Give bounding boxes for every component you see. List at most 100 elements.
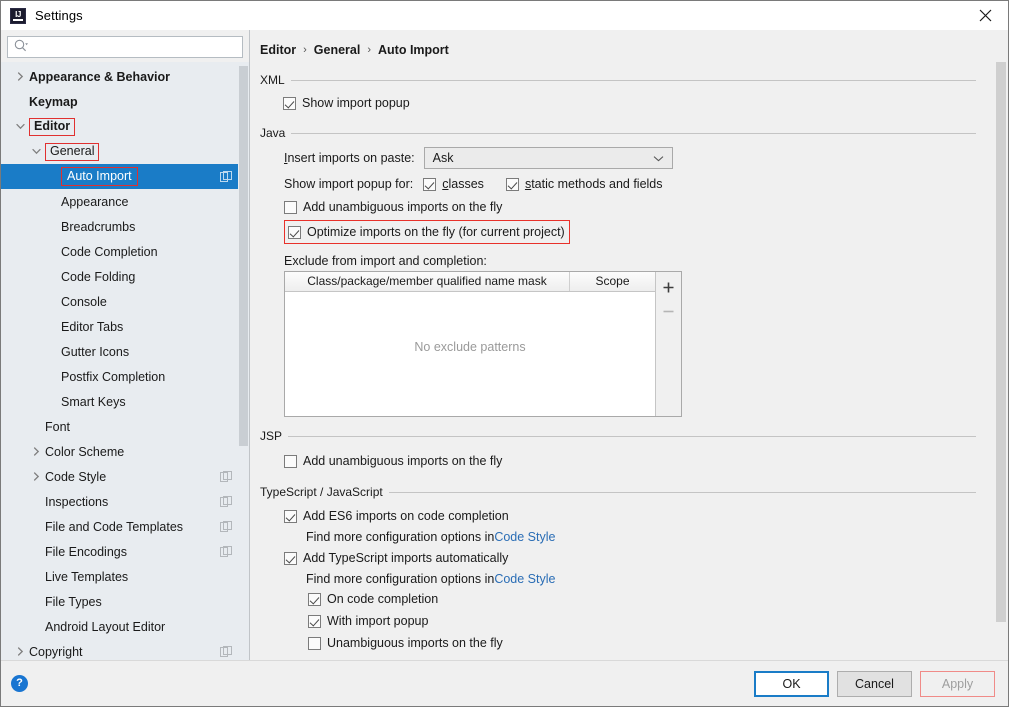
- sidebar-item-keymap[interactable]: Keymap: [1, 89, 249, 114]
- sidebar-item-label: Font: [45, 419, 71, 434]
- content-scrollbar-track[interactable]: [995, 30, 1008, 660]
- sidebar-scrollbar-track[interactable]: [238, 62, 249, 660]
- code-style-link[interactable]: Code Style: [494, 530, 555, 544]
- sidebar-item-copyright[interactable]: Copyright: [1, 639, 249, 660]
- sidebar-item-editor[interactable]: Editor: [1, 114, 249, 139]
- sidebar-item-postfix-completion[interactable]: Postfix Completion: [1, 364, 249, 389]
- checkbox-label: With import popup: [327, 614, 429, 628]
- checkbox-box-icon: [288, 225, 301, 239]
- checkbox-box-icon: [505, 177, 519, 191]
- section-header-jsp: JSP: [260, 429, 1008, 443]
- sidebar-item-code-folding[interactable]: Code Folding: [1, 264, 249, 289]
- search-input[interactable]: [31, 38, 242, 56]
- hint-code-style-1: Find more configuration options in Code …: [306, 528, 1008, 546]
- copy-settings-icon[interactable]: [220, 520, 232, 533]
- checkbox-add-es6-imports[interactable]: Add ES6 imports on code completion: [284, 504, 1008, 528]
- copy-settings-icon[interactable]: [220, 495, 232, 508]
- sidebar-item-label: Appearance: [61, 194, 129, 209]
- checkbox-box-icon: [308, 636, 321, 650]
- sidebar-item-label: File Encodings: [45, 544, 127, 559]
- empty-state-text: No exclude patterns: [414, 340, 526, 354]
- checkbox-add-typescript-imports[interactable]: Add TypeScript imports automatically: [284, 546, 1008, 570]
- sidebar-item-code-style[interactable]: Code Style: [1, 464, 249, 489]
- checkbox-classes[interactable]: classes: [423, 172, 484, 196]
- sidebar-item-android-layout-editor[interactable]: Android Layout Editor: [1, 614, 249, 639]
- copy-settings-icon[interactable]: [220, 170, 232, 183]
- chevron-down-icon[interactable]: [31, 146, 42, 157]
- chevron-right-icon[interactable]: [15, 646, 26, 657]
- chevron-right-icon[interactable]: [15, 71, 26, 82]
- sidebar-item-gutter-icons[interactable]: Gutter Icons: [1, 339, 249, 364]
- help-icon[interactable]: ?: [11, 675, 28, 692]
- sidebar-item-breadcrumbs[interactable]: Breadcrumbs: [1, 214, 249, 239]
- column-header-name-mask[interactable]: Class/package/member qualified name mask: [285, 272, 570, 291]
- settings-tree[interactable]: Appearance & Behavior Keymap Editor General…: [1, 62, 249, 660]
- sidebar-item-label: File and Code Templates: [45, 519, 184, 534]
- sidebar-item-file-types[interactable]: File Types: [1, 589, 249, 614]
- sidebar-item-file-encodings[interactable]: File Encodings: [1, 539, 249, 564]
- sidebar-item-auto-import[interactable]: Auto Import: [1, 164, 249, 189]
- checkbox-jsp-add-unambiguous[interactable]: Add unambiguous imports on the fly: [284, 449, 1008, 473]
- sidebar-item-console[interactable]: Console: [1, 289, 249, 314]
- remove-exclude-pattern-button[interactable]: [657, 299, 681, 323]
- sidebar-item-label: Editor: [29, 117, 76, 136]
- chevron-right-icon[interactable]: [31, 471, 42, 482]
- sidebar-item-smart-keys[interactable]: Smart Keys: [1, 389, 249, 414]
- sidebar-item-font[interactable]: Font: [1, 414, 249, 439]
- sidebar-item-file-and-code-templates[interactable]: File and Code Templates: [1, 514, 249, 539]
- exclude-table[interactable]: Class/package/member qualified name mask…: [284, 271, 682, 417]
- checkbox-label-static: static methods and fields: [524, 177, 663, 191]
- breadcrumb-general[interactable]: General: [314, 43, 361, 57]
- sidebar-item-editor-tabs[interactable]: Editor Tabs: [1, 314, 249, 339]
- add-exclude-pattern-button[interactable]: [657, 275, 681, 299]
- sidebar-item-appearance[interactable]: Appearance: [1, 189, 249, 214]
- checkbox-unambiguous-imports-on-the-fly[interactable]: Unambiguous imports on the fly: [308, 632, 1008, 654]
- checkbox-with-import-popup[interactable]: With import popup: [308, 610, 1008, 632]
- search-box[interactable]: [7, 36, 243, 58]
- copy-settings-icon[interactable]: [220, 645, 232, 658]
- insert-imports-on-paste-select[interactable]: Ask: [423, 147, 673, 169]
- intellij-idea-logo-icon: IJ: [10, 7, 26, 24]
- sidebar-item-label: Editor Tabs: [61, 319, 124, 334]
- checkbox-on-code-completion[interactable]: On code completion: [308, 588, 1008, 610]
- close-icon[interactable]: [962, 1, 1008, 30]
- chevron-down-icon: [653, 151, 664, 165]
- checkbox-optimize-imports-on-the-fly[interactable]: Optimize imports on the fly (for current…: [284, 220, 570, 244]
- checkbox-box-icon: [284, 200, 297, 214]
- code-style-link[interactable]: Code Style: [494, 572, 555, 586]
- sidebar-item-code-completion[interactable]: Code Completion: [1, 239, 249, 264]
- sidebar-item-label: Code Style: [45, 469, 107, 484]
- checkbox-label: Add ES6 imports on code completion: [303, 509, 509, 523]
- checkbox-static-methods-and-fields[interactable]: static methods and fields: [505, 172, 663, 196]
- sidebar-item-label: Code Folding: [61, 269, 136, 284]
- chevron-down-icon[interactable]: [15, 121, 26, 132]
- apply-button[interactable]: Apply: [920, 670, 995, 697]
- sidebar-item-live-templates[interactable]: Live Templates: [1, 564, 249, 589]
- checkbox-xml-show-import-popup[interactable]: Show import popup: [283, 91, 1008, 115]
- settings-dialog: IJ Settings Appearance & Behavior Keymap…: [0, 0, 1009, 707]
- sidebar-item-general[interactable]: General: [1, 139, 249, 164]
- sidebar-item-appearance-behavior[interactable]: Appearance & Behavior: [1, 64, 249, 89]
- sidebar-item-label: Postfix Completion: [61, 369, 166, 384]
- breadcrumb-editor[interactable]: Editor: [260, 43, 296, 57]
- sidebar-item-inspections[interactable]: Inspections: [1, 489, 249, 514]
- sidebar-item-color-scheme[interactable]: Color Scheme: [1, 439, 249, 464]
- chevron-right-icon[interactable]: [31, 446, 42, 457]
- column-header-scope[interactable]: Scope: [570, 272, 655, 291]
- sidebar-item-label: Appearance & Behavior: [29, 69, 171, 84]
- cancel-button[interactable]: Cancel: [837, 670, 912, 697]
- copy-settings-icon[interactable]: [220, 470, 232, 483]
- insert-imports-value: Ask: [432, 151, 454, 165]
- sidebar-scrollbar-thumb[interactable]: [239, 66, 248, 446]
- copy-settings-icon[interactable]: [220, 545, 232, 558]
- checkbox-box-icon: [284, 551, 297, 565]
- ok-button[interactable]: OK: [754, 670, 829, 697]
- checkbox-box-icon: [284, 454, 297, 468]
- content-scrollbar-thumb[interactable]: [996, 62, 1006, 622]
- breadcrumb-separator-icon: ›: [303, 44, 307, 56]
- settings-sidebar: Appearance & Behavior Keymap Editor General…: [1, 30, 250, 660]
- checkbox-java-add-unambiguous[interactable]: Add unambiguous imports on the fly: [284, 195, 1008, 219]
